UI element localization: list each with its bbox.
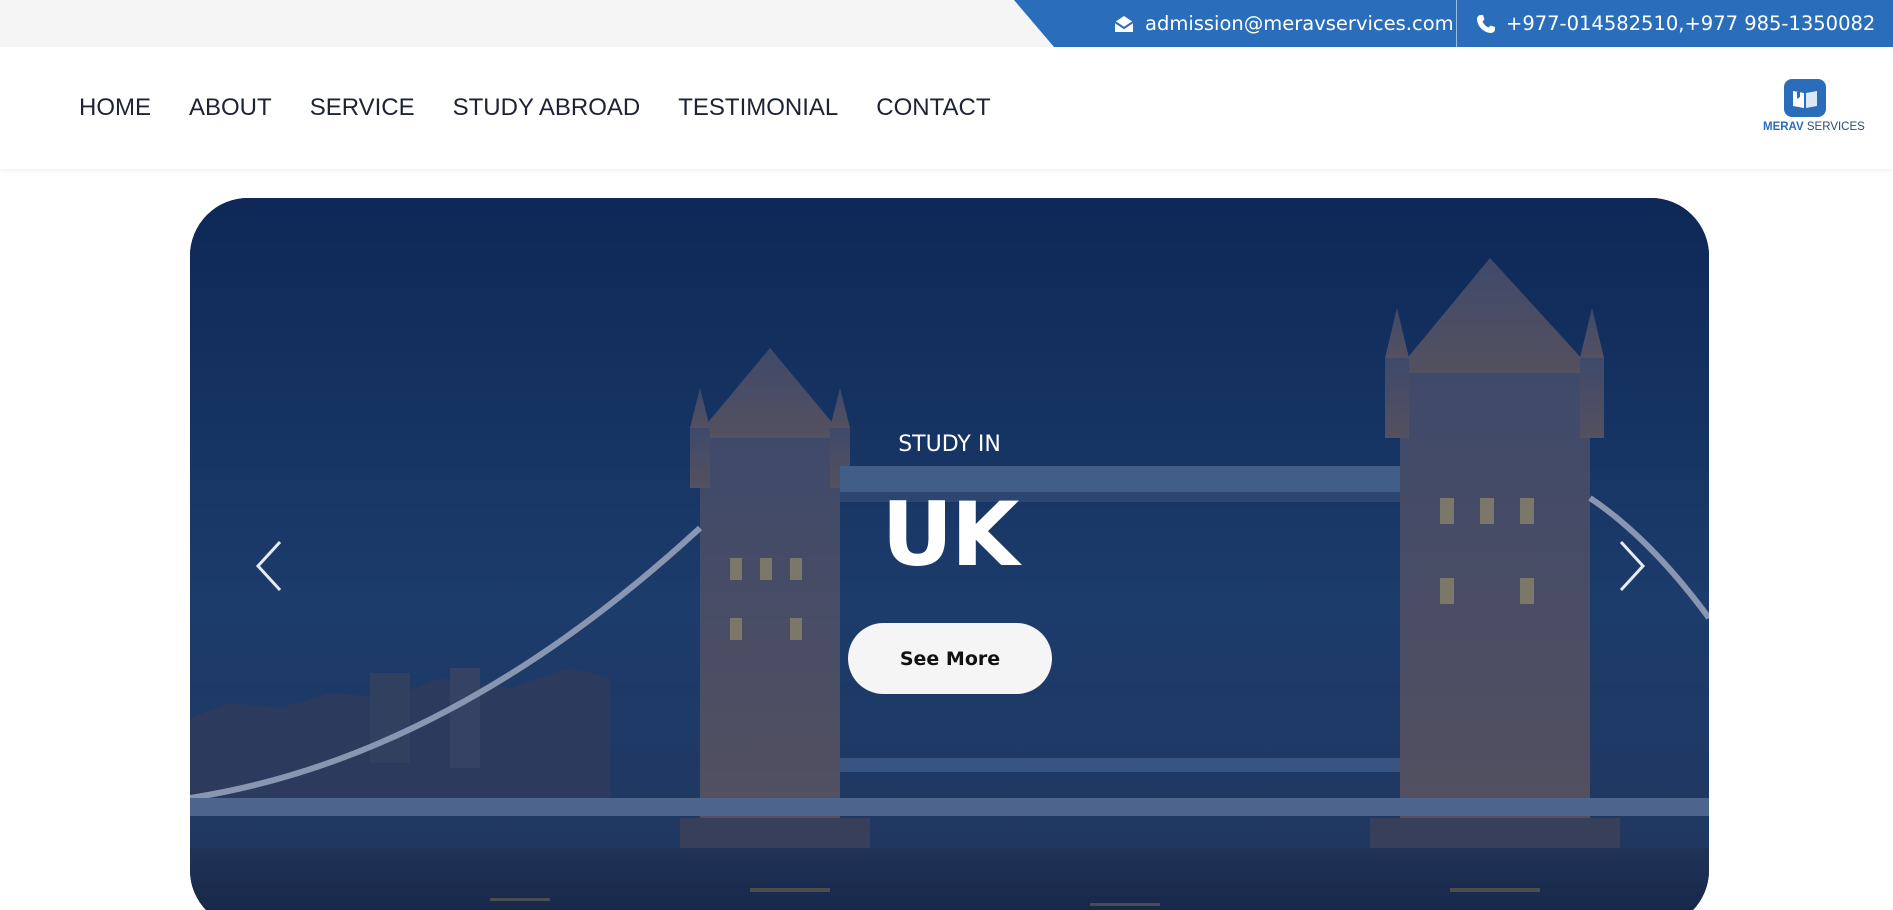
contact-divider bbox=[1456, 0, 1457, 47]
nav-contact[interactable]: CONTACT bbox=[876, 94, 990, 122]
chevron-right-icon[interactable] bbox=[1611, 538, 1651, 594]
phone-text: +977-014582510,+977 985-1350082 bbox=[1506, 12, 1876, 35]
email-text: admission@meravservices.com bbox=[1145, 12, 1454, 35]
chevron-left-icon[interactable] bbox=[250, 538, 290, 594]
nav-service[interactable]: SERVICE bbox=[310, 94, 415, 122]
see-more-button[interactable]: See More bbox=[848, 623, 1052, 694]
logo-text: MERAV SERVICES bbox=[1763, 121, 1865, 133]
logo-mark bbox=[1784, 79, 1826, 117]
phone-contact[interactable]: +977-014582510,+977 985-1350082 bbox=[1476, 0, 1875, 47]
merav-logo[interactable]: MERAV SERVICES bbox=[1760, 79, 1865, 139]
nav-home[interactable]: HOME bbox=[79, 94, 151, 122]
envelope-icon bbox=[1114, 15, 1134, 32]
top-contact-bar: admission@meravservices.com +977-0145825… bbox=[0, 0, 1893, 47]
hero-subtitle: STUDY IN bbox=[898, 432, 1001, 457]
hero-title: UK bbox=[881, 483, 1020, 586]
book-icon bbox=[1793, 91, 1817, 108]
phone-icon bbox=[1477, 14, 1495, 33]
hero-slider: STUDY IN UK See More bbox=[190, 198, 1709, 910]
nav-testimonial[interactable]: TESTIMONIAL bbox=[678, 94, 838, 122]
nav-study-abroad[interactable]: STUDY ABROAD bbox=[453, 94, 641, 122]
main-navbar: HOME ABOUT SERVICE STUDY ABROAD TESTIMON… bbox=[0, 47, 1893, 169]
main-nav: HOME ABOUT SERVICE STUDY ABROAD TESTIMON… bbox=[79, 47, 1028, 169]
nav-about[interactable]: ABOUT bbox=[189, 94, 272, 122]
email-contact[interactable]: admission@meravservices.com bbox=[1113, 0, 1454, 47]
